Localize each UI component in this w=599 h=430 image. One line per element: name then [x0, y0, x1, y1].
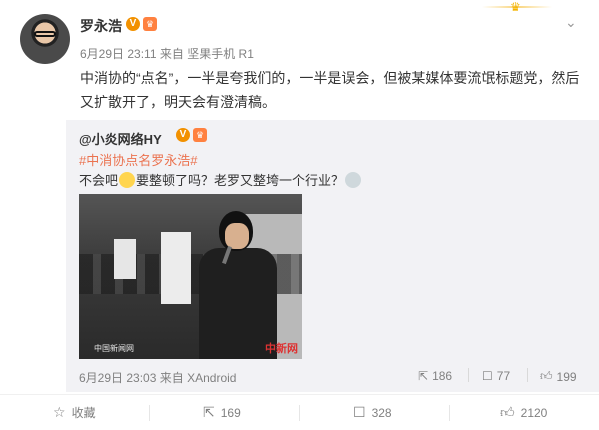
comment-button[interactable]: ☐ 328: [353, 404, 392, 421]
action-divider: [149, 405, 150, 421]
forward-icon: ⇱: [203, 404, 215, 420]
repost-vip-crown-icon[interactable]: ♛: [193, 128, 207, 142]
favorite-button[interactable]: ☆ 收藏: [53, 404, 96, 421]
author-name[interactable]: 罗永浩: [80, 16, 122, 36]
action-divider: [449, 405, 450, 421]
repost-user[interactable]: @小炎网络HY: [79, 129, 162, 148]
photo-display-stand: [114, 239, 136, 279]
top-ribbon-decor: ♛: [482, 0, 552, 14]
repost-source-prefix: 来自: [159, 371, 184, 385]
post-source[interactable]: 坚果手机 R1: [187, 47, 254, 61]
post-timestamp[interactable]: 6月29日 23:11: [80, 47, 157, 61]
forward-icon: ⇱: [418, 369, 429, 383]
comment-count: 328: [371, 405, 392, 420]
repost-like-count: 199: [556, 369, 577, 384]
repost-box: @小炎网络HY V ♛ #中消协点名罗永浩# 不会吧 要整顿了吗？老罗又整垮一个行…: [66, 120, 599, 392]
chevron-down-icon[interactable]: ⌄: [565, 14, 577, 31]
post-meta: 6月29日 23:11 来自 坚果手机 R1: [80, 45, 254, 62]
repost-timestamp[interactable]: 6月29日 23:03: [79, 371, 156, 385]
repost-meta: 6月29日 23:03 来自 XAndroid: [79, 369, 236, 386]
like-count: 2120: [520, 405, 548, 420]
forward-button[interactable]: ⇱ 169: [203, 404, 241, 421]
verified-icon: V: [126, 17, 140, 31]
author-avatar[interactable]: [20, 14, 70, 64]
forward-count: 169: [220, 405, 241, 420]
crown-ribbon-icon: ♛: [510, 0, 521, 14]
thumbs-up-icon: 👍︎: [500, 404, 515, 420]
repost-text: 不会吧 要整顿了吗？老罗又整垮一个行业？: [79, 172, 362, 190]
repost-text-part2: 要整顿了吗？老罗又整垮一个行业？: [136, 173, 345, 188]
repost-action-divider: [468, 368, 469, 382]
repost-comment-button[interactable]: ☐ 77: [482, 369, 510, 383]
thumbs-up-icon: 👍︎: [540, 369, 553, 383]
repost-forward-button[interactable]: ⇱ 186: [418, 369, 452, 383]
repost-source[interactable]: XAndroid: [187, 371, 236, 385]
post-text: 中消协的“点名”，一半是夸我们的，一半是误会，但被某媒体要流氓标题党，然后又扩散…: [80, 70, 580, 110]
photo-watermark-right: 中新网: [265, 343, 298, 355]
repost-photo[interactable]: 中国新闻网 中新网: [79, 194, 302, 359]
star-icon: ☆: [53, 404, 66, 420]
favorite-label: 收藏: [71, 406, 96, 420]
repost-action-divider: [527, 368, 528, 382]
photo-display-stand: [161, 232, 191, 304]
comment-icon: ☐: [353, 404, 366, 420]
like-button[interactable]: 👍︎ 2120: [500, 404, 547, 421]
repost-like-button[interactable]: 👍︎ 199: [540, 369, 577, 384]
smirk-emoji-icon: [119, 172, 136, 188]
photo-watermark-left: 中国新闻网: [94, 344, 134, 353]
repost-comment-count: 77: [496, 369, 511, 383]
avatar-glasses-decor: [34, 31, 56, 37]
shocked-emoji-icon: [345, 172, 362, 188]
comment-icon: ☐: [482, 369, 493, 383]
weibo-post-card: 罗永浩 V ♛ ♛ ⌄ 6月29日 23:11 来自 坚果手机 R1 中消协的“…: [0, 0, 599, 430]
repost-forward-count: 186: [432, 369, 453, 383]
repost-text-part1: 不会吧: [79, 173, 119, 188]
action-divider: [299, 405, 300, 421]
repost-hashtag[interactable]: #中消协点名罗永浩#: [79, 150, 197, 169]
repost-verified-icon: V: [176, 128, 190, 142]
vip-crown-icon[interactable]: ♛: [143, 17, 157, 31]
post-source-prefix: 来自: [159, 47, 184, 61]
action-bar: ☆ 收藏 ⇱ 169 ☐ 328 👍︎ 2120: [0, 394, 599, 430]
